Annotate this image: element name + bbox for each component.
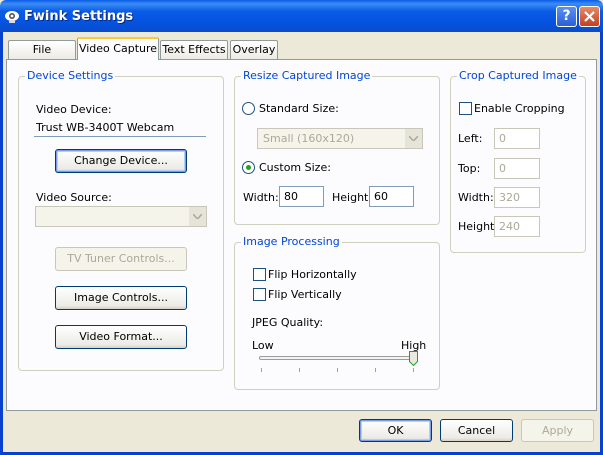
- flip-vertically-label[interactable]: Flip Vertically: [268, 288, 342, 301]
- video-format-button[interactable]: Video Format...: [55, 325, 187, 349]
- jpeg-quality-slider-thumb[interactable]: [409, 351, 418, 366]
- apply-button[interactable]: Apply: [521, 419, 594, 442]
- flip-horizontally-checkbox[interactable]: [253, 268, 266, 281]
- crop-top-input[interactable]: 0: [494, 158, 540, 179]
- resize-width-label: Width:: [243, 191, 279, 204]
- standard-size-radio[interactable]: [242, 102, 255, 115]
- custom-size-radio-dot: [246, 165, 251, 170]
- video-source-label: Video Source:: [36, 191, 112, 204]
- crop-height-input[interactable]: 240: [494, 216, 540, 237]
- resize-height-input[interactable]: 60: [369, 186, 414, 207]
- crop-image-title: Crop Captured Image: [457, 69, 579, 82]
- crop-left-label: Left:: [458, 132, 483, 145]
- slider-tick: [375, 368, 376, 372]
- slider-tick: [299, 368, 300, 372]
- resize-image-title: Resize Captured Image: [241, 69, 373, 82]
- flip-horizontally-label[interactable]: Flip Horizontally: [268, 268, 357, 281]
- custom-size-radio[interactable]: [242, 161, 255, 174]
- crop-width-input[interactable]: 320: [494, 187, 540, 208]
- image-controls-button[interactable]: Image Controls...: [55, 286, 187, 310]
- tv-tuner-controls-button[interactable]: TV Tuner Controls...: [55, 247, 187, 271]
- image-processing-title: Image Processing: [241, 235, 342, 248]
- crop-width-label: Width:: [458, 191, 494, 204]
- resize-height-label: Height:: [332, 191, 373, 204]
- resize-width-input[interactable]: 80: [279, 186, 324, 207]
- crop-height-label: Height:: [458, 220, 499, 233]
- standard-size-dropdown-arrow[interactable]: [405, 129, 422, 148]
- ok-button[interactable]: OK: [359, 419, 432, 442]
- crop-top-label: Top:: [458, 162, 481, 175]
- custom-size-label[interactable]: Custom Size:: [259, 161, 331, 174]
- device-settings-title: Device Settings: [25, 69, 116, 82]
- enable-cropping-checkbox[interactable]: [459, 102, 472, 115]
- jpeg-low-label: Low: [252, 339, 274, 352]
- change-device-button[interactable]: Change Device...: [55, 149, 187, 173]
- standard-size-label[interactable]: Standard Size:: [259, 102, 339, 115]
- slider-tick: [261, 368, 262, 372]
- video-source-dropdown-arrow[interactable]: [189, 207, 206, 226]
- flip-vertically-checkbox[interactable]: [253, 288, 266, 301]
- chevron-down-icon: [193, 214, 202, 219]
- standard-size-select[interactable]: Small (160x120): [257, 128, 423, 149]
- crop-left-input[interactable]: 0: [494, 128, 540, 149]
- video-source-select[interactable]: [35, 206, 207, 227]
- slider-tick: [413, 368, 414, 372]
- jpeg-quality-slider-track[interactable]: [259, 356, 415, 360]
- jpeg-quality-label: JPEG Quality:: [252, 316, 324, 329]
- video-device-label: Video Device:: [36, 103, 112, 116]
- cancel-button[interactable]: Cancel: [440, 419, 513, 442]
- video-device-field: Trust WB-3400T Webcam: [34, 121, 206, 137]
- chevron-down-icon: [409, 136, 418, 141]
- slider-tick: [337, 368, 338, 372]
- enable-cropping-label[interactable]: Enable Cropping: [474, 102, 565, 115]
